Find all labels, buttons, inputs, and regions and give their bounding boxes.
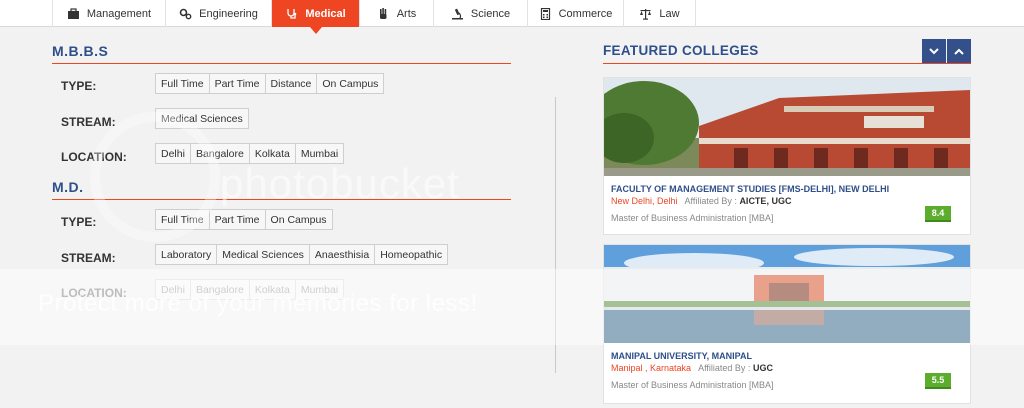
- md-stream-laboratory[interactable]: Laboratory: [155, 244, 218, 265]
- md-section-title: M.D.: [52, 179, 84, 195]
- category-tabs: Management Engineering Medical Arts Scie…: [52, 0, 696, 34]
- rating-badge: 8.4: [925, 206, 951, 222]
- featured-colleges-title: FEATURED COLLEGES: [603, 43, 759, 58]
- scales-icon: [640, 8, 652, 20]
- tab-label: Law: [659, 7, 680, 20]
- college-affiliation: AICTE, UGC: [739, 196, 792, 206]
- calculator-icon: [540, 7, 550, 20]
- mbbs-type-full-time[interactable]: Full Time: [155, 73, 210, 94]
- tab-label: Science: [470, 7, 511, 20]
- tab-engineering[interactable]: Engineering: [165, 0, 271, 27]
- college-meta: Manipal , Karnataka Affiliated By : UGC: [611, 363, 773, 373]
- tab-arts[interactable]: Arts: [359, 0, 433, 27]
- college-name[interactable]: FACULTY OF MANAGEMENT STUDIES [FMS-DELHI…: [611, 184, 889, 194]
- college-affiliation: UGC: [752, 363, 773, 373]
- mbbs-divider: [52, 63, 511, 64]
- mbbs-section-title: M.B.B.S: [52, 43, 109, 59]
- college-photo: [604, 78, 970, 176]
- stethoscope-icon: [287, 8, 297, 19]
- tab-commerce[interactable]: Commerce: [527, 0, 623, 27]
- watermark-text: Protect more of your memories for less!: [38, 290, 478, 317]
- college-meta: New Delhi, Delhi Affiliated By : AICTE, …: [611, 196, 791, 206]
- scroll-down-button[interactable]: [922, 39, 946, 63]
- md-type-part-time[interactable]: Part Time: [208, 209, 266, 230]
- college-location: New Delhi, Delhi: [611, 196, 678, 206]
- tab-label: Engineering: [199, 7, 258, 20]
- college-name[interactable]: MANIPAL UNIVERSITY, MANIPAL: [611, 351, 752, 361]
- md-stream-homeopathic[interactable]: Homeopathic: [374, 244, 449, 265]
- featured-divider: [603, 63, 971, 64]
- mbbs-type-options: Full Time Part Time Distance On Campus: [155, 73, 385, 94]
- md-type-on-campus[interactable]: On Campus: [264, 209, 333, 230]
- college-location: Manipal , Karnataka: [611, 363, 692, 373]
- mbbs-type-on-campus[interactable]: On Campus: [316, 73, 385, 94]
- md-stream-anaesthisia[interactable]: Anaesthisia: [308, 244, 376, 265]
- hand-icon: [379, 7, 387, 19]
- category-tab-bar: Management Engineering Medical Arts Scie…: [0, 0, 1024, 34]
- college-course: Master of Business Administration [MBA]: [611, 380, 774, 390]
- microscope-icon: [451, 8, 463, 19]
- tab-medical[interactable]: Medical: [271, 0, 359, 34]
- affiliated-label: Affiliated By :: [684, 196, 737, 206]
- md-type-label: TYPE:: [61, 215, 97, 229]
- tab-label: Arts: [396, 7, 417, 20]
- rating-badge: 5.5: [925, 373, 951, 389]
- watermark-ring: [90, 112, 220, 242]
- briefcase-icon: [67, 7, 79, 19]
- tab-label: Commerce: [558, 7, 613, 20]
- mbbs-stream-label: STREAM:: [61, 115, 116, 129]
- chevron-up-icon: [954, 48, 964, 55]
- tab-science[interactable]: Science: [433, 0, 527, 27]
- scroll-up-button[interactable]: [947, 39, 971, 63]
- tab-management[interactable]: Management: [52, 0, 165, 27]
- gears-icon: [179, 8, 192, 19]
- watermark-logo: photobucket: [220, 160, 460, 207]
- tab-label: Management: [86, 7, 152, 20]
- affiliated-label: Affiliated By :: [698, 363, 751, 373]
- college-course: Master of Business Administration [MBA]: [611, 213, 774, 223]
- mbbs-type-part-time[interactable]: Part Time: [208, 73, 266, 94]
- md-stream-options: Laboratory Medical Sciences Anaesthisia …: [155, 244, 449, 265]
- md-stream-label: STREAM:: [61, 251, 116, 265]
- tab-law[interactable]: Law: [623, 0, 696, 27]
- tab-label: Medical: [305, 7, 346, 20]
- md-stream-medical-sciences[interactable]: Medical Sciences: [216, 244, 310, 265]
- mbbs-type-label: TYPE:: [61, 79, 97, 93]
- mbbs-type-distance[interactable]: Distance: [264, 73, 318, 94]
- chevron-down-icon: [929, 47, 939, 54]
- college-card[interactable]: FACULTY OF MANAGEMENT STUDIES [FMS-DELHI…: [603, 77, 971, 235]
